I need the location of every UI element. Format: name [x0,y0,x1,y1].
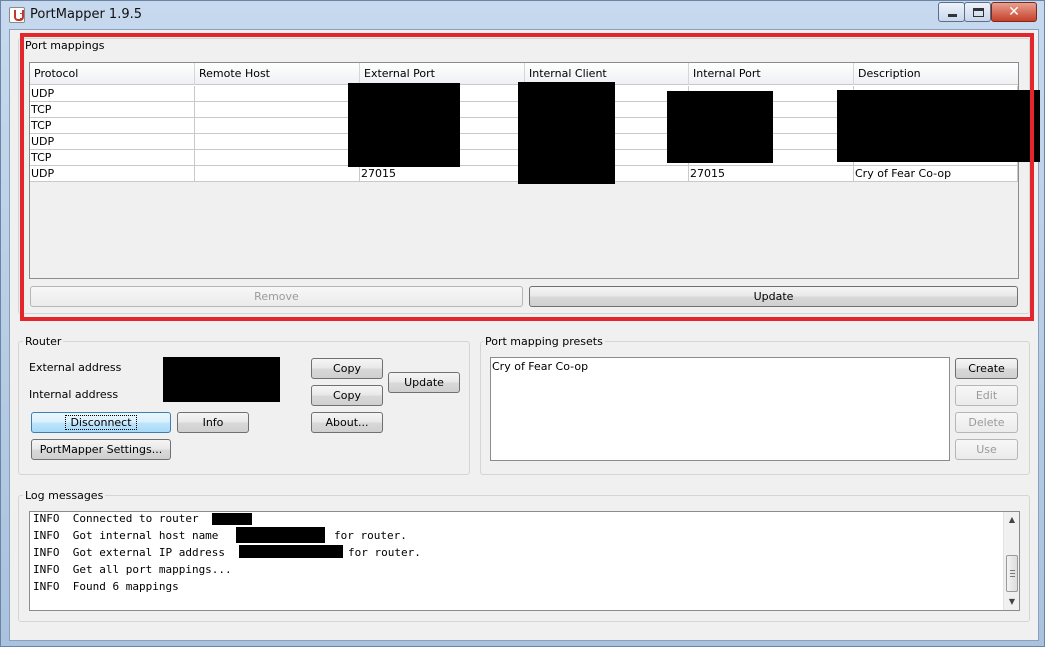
minimize-icon [948,14,957,17]
preset-item[interactable]: Cry of Fear Co-op [492,360,588,373]
log-line: INFO Got external IP address [33,546,226,559]
presets-list[interactable]: Cry of Fear Co-op [490,357,950,461]
maximize-button[interactable] [964,2,991,22]
log-line-suffix: for router. [334,529,407,542]
portmapper-settings-button[interactable]: PortMapper Settings... [31,439,171,460]
edit-preset-button[interactable]: Edit [955,385,1018,406]
scroll-thumb[interactable] [1006,555,1018,592]
redaction-block [236,527,325,543]
java-app-icon [9,7,25,23]
copy-external-address-button[interactable]: Copy [311,358,383,379]
copy-internal-address-button[interactable]: Copy [311,385,383,406]
log-title: Log messages [23,489,106,502]
use-preset-button[interactable]: Use [955,439,1018,460]
router-title: Router [23,335,64,348]
scroll-down-arrow-icon[interactable]: ▼ [1004,594,1020,610]
client-area: Port mappings Protocol Remote Host Exter… [9,29,1040,641]
log-line: INFO Got internal host name [33,529,219,542]
redaction-block [163,357,280,402]
grip-line [1010,570,1015,571]
redaction-block [239,545,343,558]
scroll-up-arrow-icon[interactable]: ▲ [1004,512,1020,528]
external-address-label: External address [29,361,122,374]
title-bar[interactable]: PortMapper 1.9.5 ✕ [1,1,1045,29]
redaction-block [212,513,252,525]
about-button[interactable]: About... [311,412,383,433]
close-button[interactable]: ✕ [991,2,1037,22]
window-title: PortMapper 1.9.5 [30,7,143,22]
log-line: INFO Found 6 mappings [33,580,179,593]
log-scrollbar[interactable]: ▲ ▼ [1003,512,1019,610]
app-window: PortMapper 1.9.5 ✕ Port mappings Protoco… [0,0,1045,647]
internal-address-label: Internal address [29,388,119,401]
log-line-suffix: for router. [348,546,421,559]
log-line: INFO Connected to router [33,512,199,525]
disconnect-label: Disconnect [65,415,137,430]
grip-line [1010,573,1015,574]
close-icon: ✕ [1008,4,1020,20]
minimize-button[interactable] [938,2,965,22]
highlight-box [20,33,1034,321]
create-preset-button[interactable]: Create [955,358,1018,379]
update-router-button[interactable]: Update [388,372,460,393]
log-line: INFO Get all port mappings... [33,563,232,576]
delete-preset-button[interactable]: Delete [955,412,1018,433]
info-button[interactable]: Info [177,412,249,433]
log-messages-area[interactable]: INFO Connected to router INFO Got intern… [29,511,1020,611]
presets-title: Port mapping presets [483,335,605,348]
disconnect-button[interactable]: Disconnect [31,412,171,433]
grip-line [1010,576,1015,577]
maximize-icon [973,8,984,17]
